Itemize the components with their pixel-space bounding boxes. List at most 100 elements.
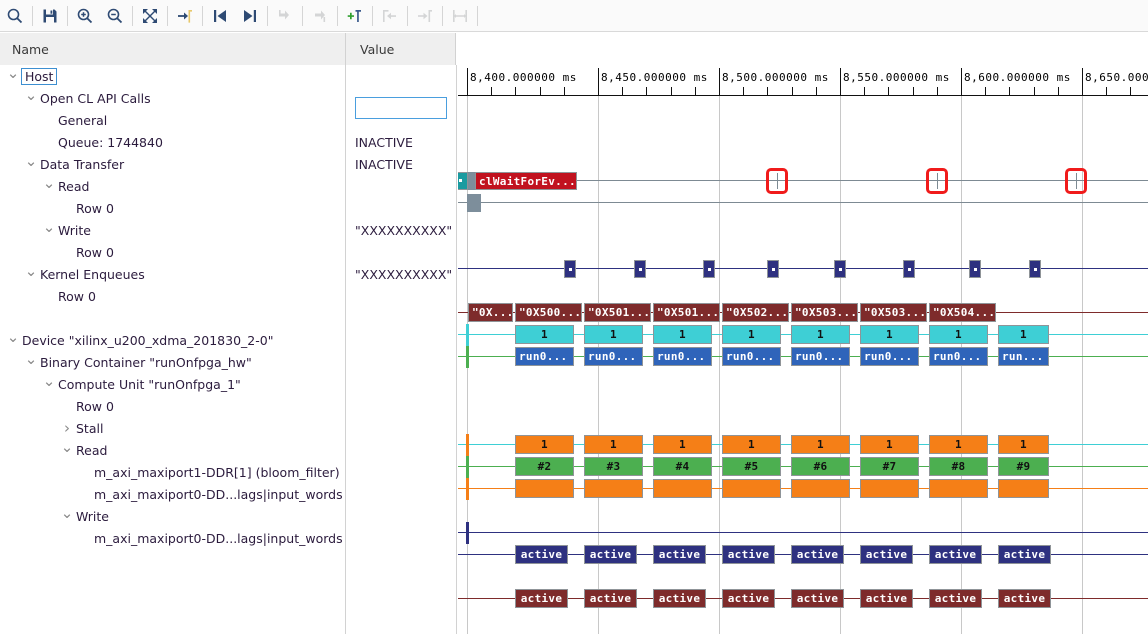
write-maxiport0-row-block[interactable]: active <box>791 589 844 608</box>
compute-unit-stall-row-block[interactable] <box>653 479 712 498</box>
compute-unit-row0-block[interactable]: #2 <box>515 457 574 476</box>
write-maxiport0-row-block[interactable]: active <box>929 589 982 608</box>
add-marker-icon[interactable] <box>340 1 370 31</box>
compute-unit-stall-row-block[interactable] <box>791 479 850 498</box>
compute-unit-count-row-block[interactable]: 1 <box>860 435 919 454</box>
compute-unit-count-row-block[interactable]: 1 <box>515 435 574 454</box>
tree-row-read[interactable]: Read <box>0 175 89 197</box>
chevron-down-icon[interactable] <box>60 439 74 461</box>
chevron-down-icon[interactable] <box>42 373 56 395</box>
compute-unit-count-row-block[interactable]: 1 <box>791 435 850 454</box>
compute-unit-count-row-block[interactable]: 1 <box>998 435 1049 454</box>
data-transfer-write-row0-block[interactable]: "0X503... <box>860 303 927 322</box>
data-transfer-read-row0-transfer-marker[interactable] <box>767 260 779 278</box>
tree-row-data-transfer[interactable]: Data Transfer <box>0 153 124 175</box>
zoom-fit-icon[interactable] <box>135 1 165 31</box>
compute-unit-count-row-block[interactable]: 1 <box>929 435 988 454</box>
tree-row-host[interactable]: Host <box>0 65 57 87</box>
data-transfer-read-row0-transfer-marker[interactable] <box>634 260 646 278</box>
data-transfer-write-row0-block[interactable]: "0X... <box>468 303 513 322</box>
compute-unit-row0-block[interactable]: #9 <box>998 457 1049 476</box>
kernel-enqueues-count-row-block[interactable]: 1 <box>722 325 781 344</box>
kernel-enqueues-count-row-block[interactable]: 1 <box>515 325 574 344</box>
tree-row-queue-1744840[interactable]: Queue: 1744840 <box>0 131 163 153</box>
waveform-timeline[interactable]: 8,400.000000 ms8,450.000000 ms8,500.0000… <box>458 65 1148 634</box>
compute-unit-row0-block[interactable]: #8 <box>929 457 988 476</box>
opencl-api-queue-row-stub[interactable] <box>467 194 481 212</box>
tree-row-row-0[interactable]: Row 0 <box>0 197 114 219</box>
data-transfer-write-row0-block[interactable]: "0X504... <box>929 303 996 322</box>
data-transfer-write-row0-block[interactable]: "0X501... <box>584 303 651 322</box>
data-transfer-write-row0-block[interactable]: "0X503... <box>791 303 858 322</box>
compute-unit-row0-block[interactable]: #5 <box>722 457 781 476</box>
chevron-down-icon[interactable] <box>24 153 38 175</box>
read-maxiport0-row-block[interactable]: active <box>722 545 775 564</box>
tree-row-kernel-enqueues[interactable]: Kernel Enqueues <box>0 263 145 285</box>
read-maxiport0-row-block[interactable]: active <box>791 545 844 564</box>
opencl-api-general-row-block[interactable]: clWaitForEv... <box>475 172 577 190</box>
previous-transition-icon[interactable] <box>205 1 235 31</box>
tree-row-row-0[interactable]: Row 0 <box>0 395 114 417</box>
data-transfer-write-row0-block[interactable]: "0X500... <box>515 303 582 322</box>
chevron-down-icon[interactable] <box>24 351 38 373</box>
signal-tree-panel[interactable]: HostOpen CL API CallsGeneralQueue: 17448… <box>0 65 346 634</box>
tree-row-binary-container-runonfpga-hw[interactable]: Binary Container "runOnfpga_hw" <box>0 351 252 373</box>
search-icon[interactable] <box>0 1 30 31</box>
data-transfer-read-row0-transfer-marker[interactable] <box>903 260 915 278</box>
compute-unit-row0-block[interactable]: #3 <box>584 457 643 476</box>
data-transfer-read-row0-transfer-marker[interactable] <box>703 260 715 278</box>
write-maxiport0-row-block[interactable]: active <box>998 589 1051 608</box>
compute-unit-stall-row-block[interactable] <box>860 479 919 498</box>
chevron-down-icon[interactable] <box>24 263 38 285</box>
kernel-enqueues-count-row-block[interactable]: 1 <box>929 325 988 344</box>
data-transfer-read-row0-transfer-marker[interactable] <box>564 260 576 278</box>
zoom-in-icon[interactable] <box>70 1 100 31</box>
kernel-enqueues-row0-block[interactable]: run0... <box>722 347 781 366</box>
opencl-api-general-row-teal-stub[interactable] <box>458 172 468 190</box>
chevron-down-icon[interactable] <box>60 505 74 527</box>
save-icon[interactable] <box>35 1 65 31</box>
compute-unit-stall-row-block[interactable] <box>998 479 1049 498</box>
read-maxiport0-row-block[interactable]: active <box>584 545 637 564</box>
write-maxiport0-row-block[interactable]: active <box>722 589 775 608</box>
write-maxiport0-row-block[interactable]: active <box>584 589 637 608</box>
kernel-enqueues-row0-block[interactable]: run... <box>998 347 1049 366</box>
read-maxiport0-row-block[interactable]: active <box>515 545 568 564</box>
tree-row-general[interactable]: General <box>0 109 107 131</box>
compute-unit-stall-row-block[interactable] <box>584 479 643 498</box>
time-ruler[interactable]: 8,400.000000 ms8,450.000000 ms8,500.0000… <box>458 65 1148 96</box>
chevron-down-icon[interactable] <box>42 175 56 197</box>
tree-row-open-cl-api-calls[interactable]: Open CL API Calls <box>0 87 151 109</box>
next-transition-icon[interactable] <box>235 1 265 31</box>
kernel-enqueues-row0-block[interactable]: run0... <box>791 347 850 366</box>
kernel-enqueues-row0-block[interactable]: run0... <box>584 347 643 366</box>
tree-row-read[interactable]: Read <box>0 439 107 461</box>
kernel-enqueues-row0-block[interactable]: run0... <box>860 347 919 366</box>
compute-unit-row0-block[interactable]: #4 <box>653 457 712 476</box>
tree-row-m-axi-maxiport0-dd-lags-input-words[interactable]: m_axi_maxiport0-DD...lags|input_words <box>0 527 343 549</box>
value-search-input[interactable] <box>355 97 447 119</box>
tree-row-m-axi-maxiport1-ddr-1-bloom-filter[interactable]: m_axi_maxiport1-DDR[1] (bloom_filter) <box>0 461 340 483</box>
tree-row-write[interactable]: Write <box>0 505 109 527</box>
chevron-down-icon[interactable] <box>6 65 20 87</box>
tree-row-m-axi-maxiport0-dd-lags-input-words[interactable]: m_axi_maxiport0-DD...lags|input_words <box>0 483 343 505</box>
compute-unit-stall-row-block[interactable] <box>722 479 781 498</box>
tree-row-compute-unit-runonfpga-1[interactable]: Compute Unit "runOnfpga_1" <box>0 373 241 395</box>
chevron-down-icon[interactable] <box>42 219 56 241</box>
write-maxiport0-row-block[interactable]: active <box>860 589 913 608</box>
kernel-enqueues-count-row-block[interactable]: 1 <box>860 325 919 344</box>
kernel-enqueues-row0-block[interactable]: run0... <box>515 347 574 366</box>
tree-row-row-0[interactable]: Row 0 <box>0 285 96 307</box>
chevron-down-icon[interactable] <box>24 87 38 109</box>
read-maxiport0-row-block[interactable]: active <box>653 545 706 564</box>
kernel-enqueues-row0-block[interactable]: run0... <box>929 347 988 366</box>
kernel-enqueues-count-row-block[interactable]: 1 <box>791 325 850 344</box>
value-column-header[interactable]: Value <box>346 33 456 65</box>
read-maxiport0-row-block[interactable]: active <box>929 545 982 564</box>
tree-row-device-xilinx-u200-xdma-201830-2-0[interactable]: Device "xilinx_u200_xdma_201830_2-0" <box>0 329 273 351</box>
read-maxiport0-row-block[interactable]: active <box>860 545 913 564</box>
tree-row-row-0[interactable]: Row 0 <box>0 241 114 263</box>
read-maxiport0-row-block[interactable]: active <box>998 545 1051 564</box>
chevron-down-icon[interactable] <box>6 329 20 351</box>
name-column-header[interactable]: Name <box>0 33 346 65</box>
